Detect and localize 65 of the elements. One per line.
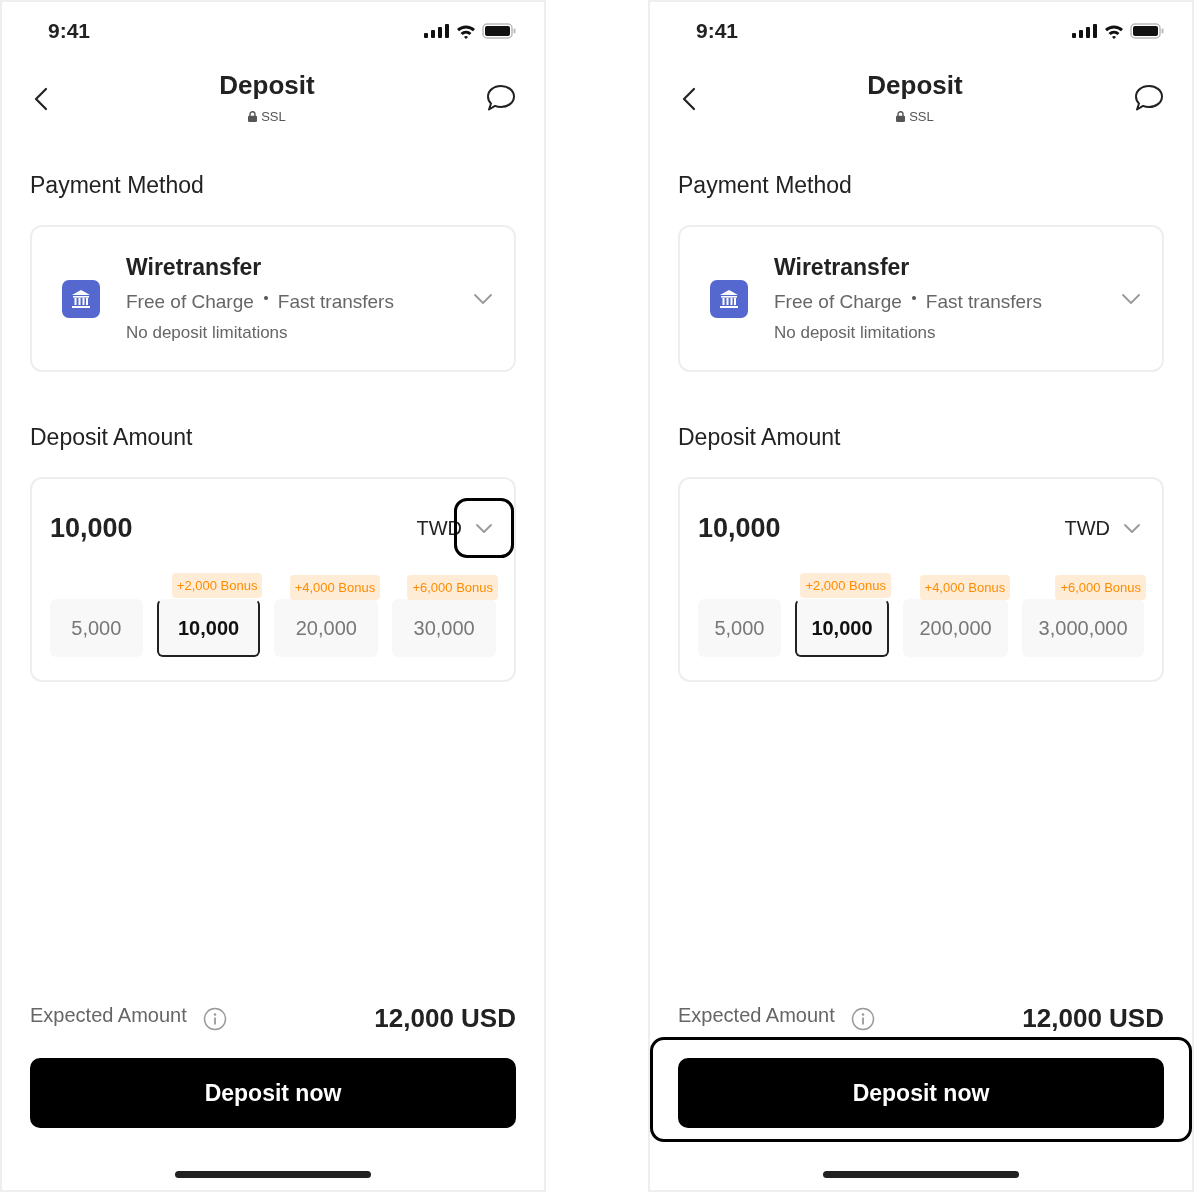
bonus-badge: +4,000 Bonus — [919, 575, 1011, 600]
amount-option[interactable]: 10,000 — [156, 599, 261, 657]
expected-label: Expected Amount — [30, 1004, 187, 1027]
expected-value: 12,000 USD — [1022, 1003, 1164, 1034]
bonus-badge: +4,000 Bonus — [289, 575, 381, 600]
method-feature: Fast transfers — [277, 291, 394, 313]
lock-icon — [248, 111, 258, 122]
bank-icon — [710, 279, 748, 318]
battery-icon — [1130, 23, 1164, 39]
method-note: No deposit limitations — [126, 323, 289, 343]
currency-label[interactable]: TWD — [1064, 516, 1110, 540]
section-title: Deposit Amount — [678, 424, 842, 451]
expected-value: 12,000 USD — [374, 1003, 516, 1034]
method-note: No deposit limitations — [774, 323, 937, 343]
status-time: 9:41 — [48, 19, 91, 43]
method-name: Wiretransfer — [126, 254, 263, 281]
separator-dot — [911, 296, 916, 300]
battery-icon — [482, 23, 516, 39]
info-icon[interactable] — [202, 1006, 227, 1031]
bonus-badge: +2,000 Bonus — [171, 573, 263, 598]
status-time: 9:41 — [696, 19, 739, 43]
deposit-button[interactable]: Deposit now — [678, 1058, 1164, 1128]
amount-option[interactable]: 200,000 — [903, 599, 1009, 657]
chevron-down-icon[interactable] — [1124, 523, 1140, 533]
amount-option[interactable]: 3,000,000 — [1022, 599, 1144, 657]
section-title: Payment Method — [30, 172, 205, 199]
section-title: Payment Method — [678, 172, 853, 199]
back-icon[interactable] — [682, 87, 696, 111]
chevron-down-icon — [474, 293, 492, 304]
amount-value[interactable]: 10,000 — [698, 512, 1065, 544]
chat-icon[interactable] — [486, 84, 516, 112]
separator-dot — [263, 296, 268, 300]
signal-icon — [1072, 24, 1098, 38]
section-title: Deposit Amount — [30, 424, 194, 451]
page-title: Deposit — [867, 70, 963, 101]
method-name: Wiretransfer — [774, 254, 911, 281]
amount-option[interactable]: 5,000 — [50, 599, 143, 657]
amount-option[interactable]: 10,000 — [794, 599, 889, 657]
back-icon[interactable] — [34, 87, 48, 111]
payment-method-card[interactable]: Wiretransfer Free of Charge Fast transfers No deposit limitations — [678, 225, 1164, 372]
wifi-icon — [1104, 23, 1124, 39]
payment-method-card[interactable]: Wiretransfer Free of Charge Fast transfers No deposit limitations — [30, 225, 516, 372]
amount-option[interactable]: 5,000 — [698, 599, 781, 657]
bank-icon — [62, 279, 100, 318]
amount-value[interactable]: 10,000 — [50, 512, 417, 544]
chevron-down-icon — [1122, 293, 1140, 304]
amount-option[interactable]: 20,000 — [274, 599, 379, 657]
bonus-badge: +6,000 Bonus — [407, 575, 498, 600]
amount-option[interactable]: 30,000 — [392, 599, 496, 657]
page-title: Deposit — [219, 70, 315, 101]
info-icon[interactable] — [850, 1006, 875, 1031]
method-feature: Fast transfers — [925, 291, 1042, 313]
security-label: SSL — [909, 109, 934, 124]
chat-icon[interactable] — [1134, 84, 1164, 112]
security-label: SSL — [261, 109, 286, 124]
deposit-button[interactable]: Deposit now — [30, 1058, 516, 1128]
method-feature: Free of Charge — [126, 291, 254, 313]
lock-icon — [896, 111, 906, 122]
bonus-badge: +2,000 Bonus — [800, 573, 891, 598]
chevron-down-icon[interactable] — [476, 523, 492, 533]
signal-icon — [424, 24, 450, 38]
bonus-badge: +6,000 Bonus — [1055, 575, 1146, 600]
expected-label: Expected Amount — [678, 1004, 835, 1027]
method-feature: Free of Charge — [774, 291, 902, 313]
wifi-icon — [456, 23, 476, 39]
